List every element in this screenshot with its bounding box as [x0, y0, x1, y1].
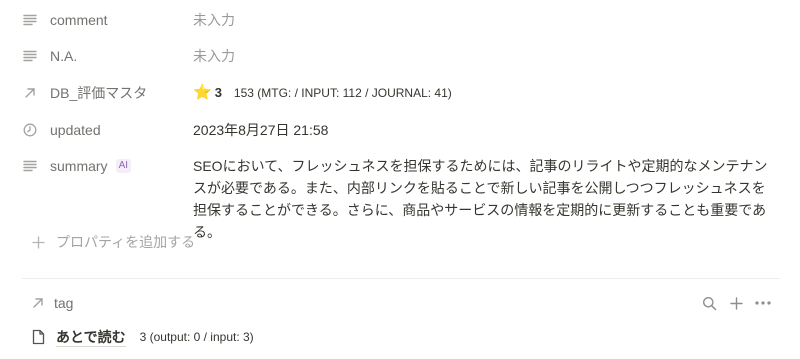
property-label: comment — [50, 12, 108, 28]
property-key-updated[interactable]: updated — [22, 120, 101, 140]
star-icon: ⭐ — [193, 84, 212, 101]
property-panel: comment 未入力 N.A. 未入力 DB_評価マスタ ⭐ 3 153 (M… — [0, 0, 800, 359]
add-property-button[interactable]: プロパティを追加する — [30, 232, 195, 252]
relation-count: 3 — [214, 85, 222, 100]
tag-list-item[interactable]: あとで読む 3 (output: 0 / input: 3) — [30, 327, 254, 347]
add-property-label: プロパティを追加する — [56, 234, 196, 250]
property-key-na[interactable]: N.A. — [22, 46, 77, 66]
ai-badge: AI — [115, 159, 132, 173]
page-icon — [30, 329, 46, 345]
tag-section-actions — [691, 294, 772, 312]
property-label: N.A. — [50, 48, 78, 64]
tag-item-link[interactable]: あとで読む — [56, 328, 126, 347]
text-lines-icon — [22, 12, 38, 28]
relation-arrow-icon — [22, 85, 38, 101]
summary-text[interactable]: SEOにおいて、フレッシュネスを担保するためには、記事のリライトや定期的なメンテ… — [193, 155, 773, 243]
property-value-empty[interactable]: 未入力 — [193, 10, 235, 30]
property-key-db[interactable]: DB_評価マスタ — [22, 83, 147, 103]
tag-section-header: tag — [30, 293, 772, 313]
relation-arrow-icon — [30, 295, 46, 311]
divider — [22, 278, 780, 279]
property-label: summary — [50, 158, 108, 174]
property-label: DB_評価マスタ — [50, 85, 148, 101]
clock-icon — [22, 122, 38, 138]
search-icon[interactable] — [700, 294, 718, 312]
property-key-summary[interactable]: summary AI — [22, 156, 132, 176]
property-key-comment[interactable]: comment — [22, 10, 108, 30]
tag-section-title[interactable]: tag — [30, 295, 73, 311]
plus-icon — [30, 234, 46, 250]
property-label: updated — [50, 122, 101, 138]
tag-section-label: tag — [54, 295, 74, 311]
text-lines-icon — [22, 48, 38, 64]
property-value-empty[interactable]: 未入力 — [193, 46, 235, 66]
more-options-icon[interactable] — [754, 294, 772, 312]
text-lines-icon — [22, 158, 38, 174]
tag-item-count: 3 (output: 0 / input: 3) — [139, 330, 254, 344]
plus-icon[interactable] — [727, 294, 745, 312]
relation-rollup-detail: 153 (MTG: / INPUT: 112 / JOURNAL: 41) — [233, 86, 452, 100]
relation-value[interactable]: ⭐ 3 153 (MTG: / INPUT: 112 / JOURNAL: 41… — [193, 83, 452, 103]
updated-datetime[interactable]: 2023年8月27日 21:58 — [193, 120, 328, 140]
